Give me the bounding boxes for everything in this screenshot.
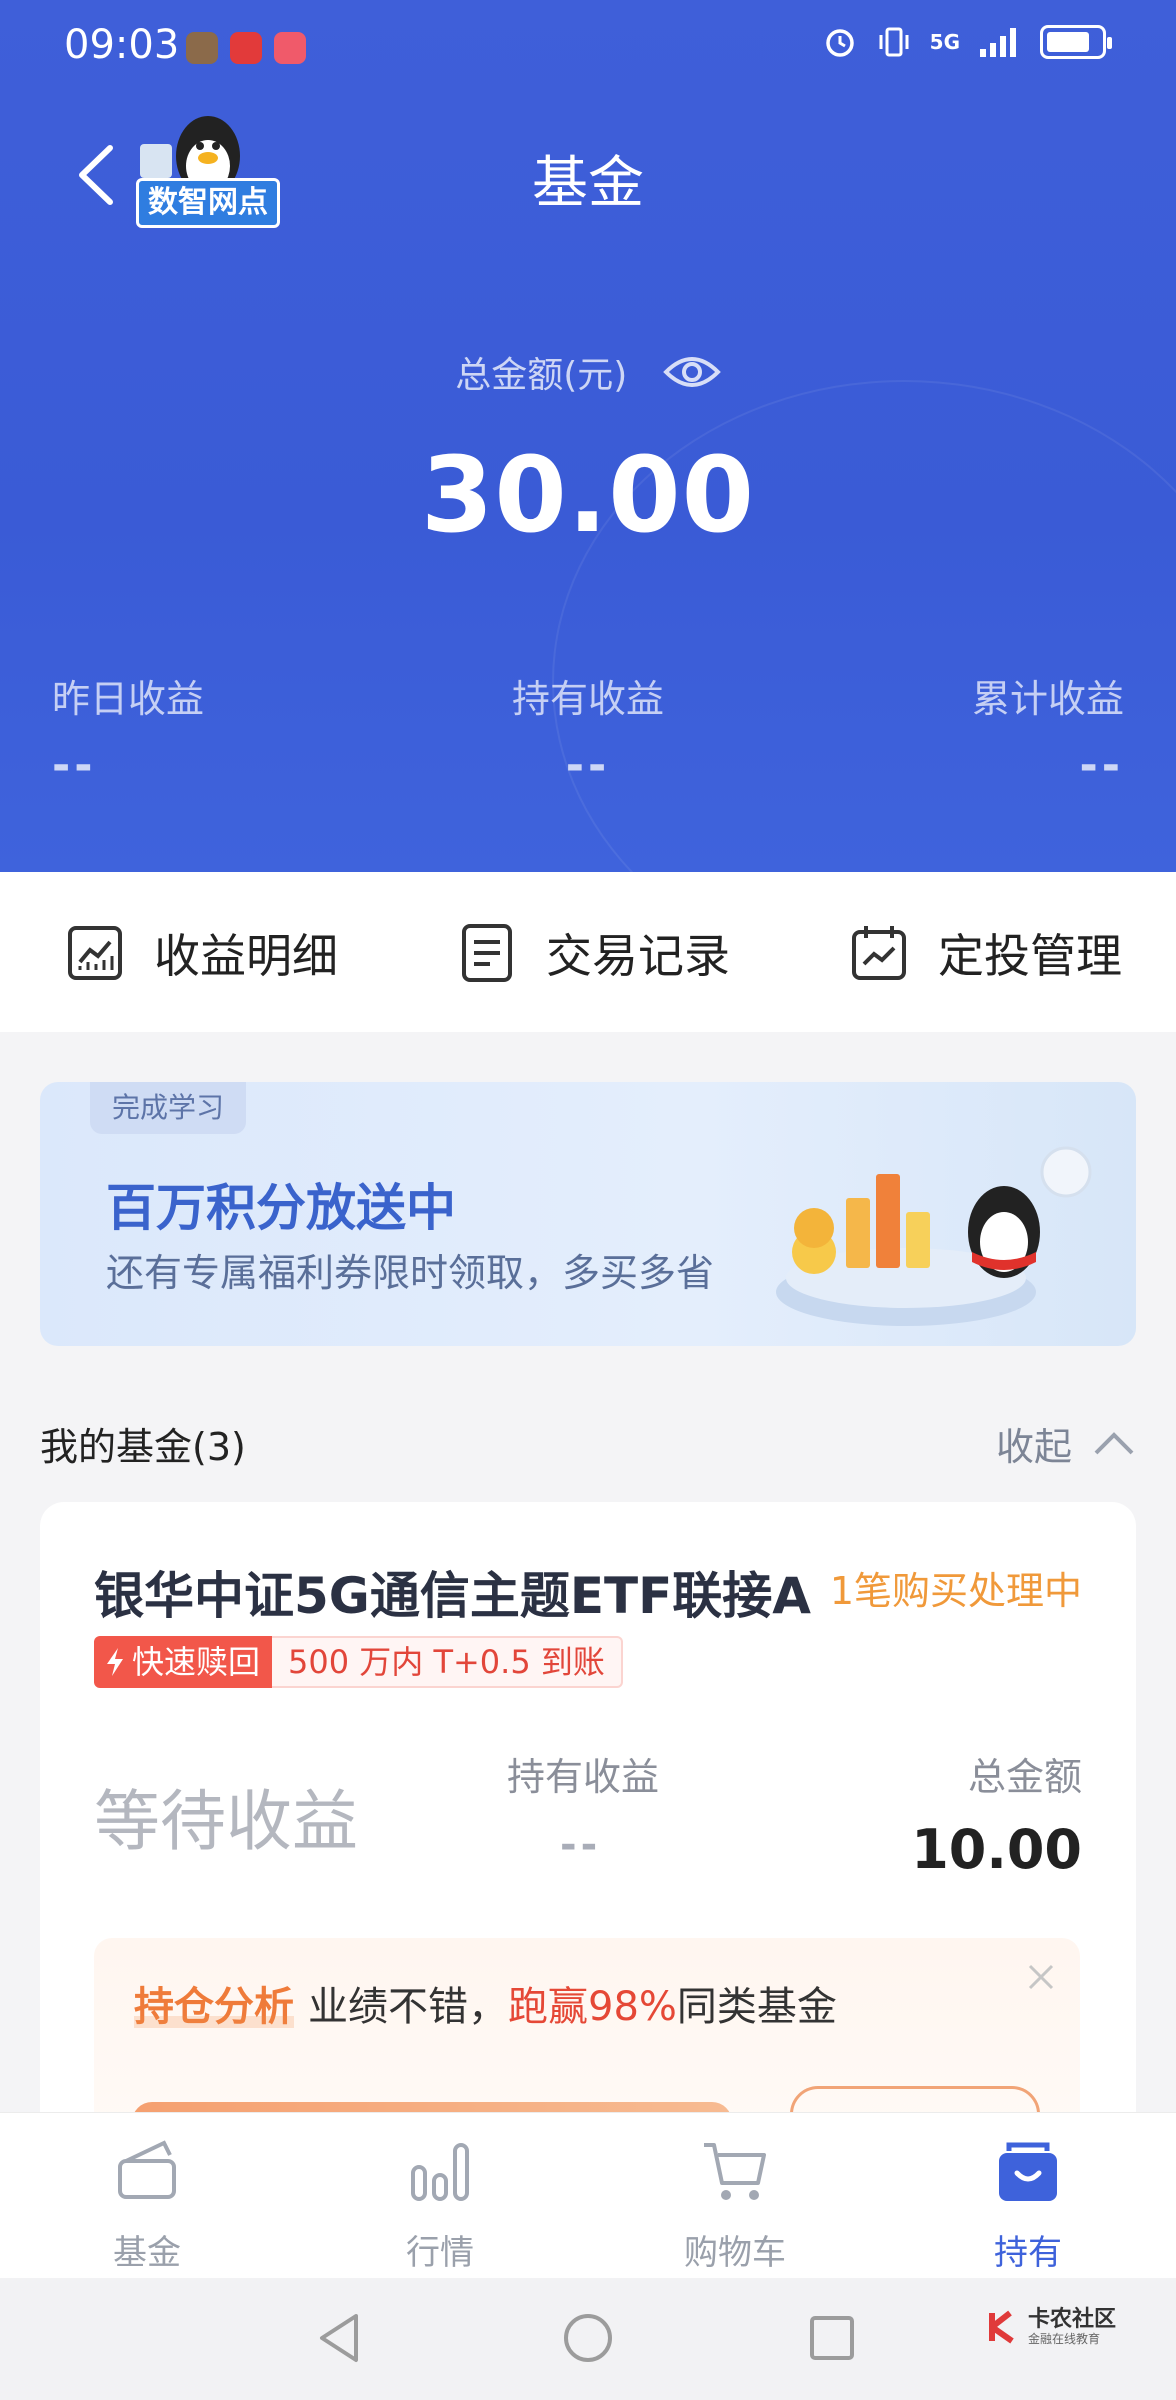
fund-card[interactable]: 银华中证5G通信主题ETF联接A 1笔购买处理中 快速赎回 500 万内 T+0…: [40, 1502, 1136, 2142]
action-earnings-detail[interactable]: 收益明细: [66, 920, 338, 986]
nav-home-icon[interactable]: [558, 2308, 618, 2368]
stat-value-cumulative: --: [1079, 740, 1124, 791]
fund-amount-label: 总金额: [967, 1755, 1082, 1799]
fund-name: 银华中证5G通信主题ETF联接A: [94, 1567, 811, 1625]
app-notification-icon: [230, 32, 262, 64]
fast-redeem-label: 快速赎回: [132, 1643, 261, 1681]
tab-market[interactable]: 行情: [340, 2137, 540, 2274]
battery-icon: [1040, 25, 1112, 59]
nav-back-icon[interactable]: [312, 2308, 372, 2368]
total-amount-label: 总金额(元): [455, 355, 628, 396]
network-label: 5G: [929, 30, 960, 54]
fast-redeem-tag: 快速赎回: [94, 1636, 273, 1688]
close-icon[interactable]: [1026, 1962, 1056, 1992]
stat-label-cumulative: 累计收益: [971, 677, 1124, 721]
action-label: 交易记录: [546, 929, 730, 983]
tab-fund[interactable]: 基金: [47, 2137, 247, 2274]
watermark-logo-icon: [988, 2310, 1014, 2344]
action-label: 收益明细: [154, 929, 338, 983]
stat-label-holding: 持有收益: [511, 677, 664, 721]
stat-value-holding: --: [565, 740, 611, 791]
tab-label: 持有: [994, 2233, 1062, 2273]
signal-icon: [980, 28, 1016, 57]
action-auto-invest[interactable]: 定投管理: [850, 920, 1122, 986]
collapse-button[interactable]: 收起: [996, 1416, 1136, 1471]
fund-tags: 快速赎回 500 万内 T+0.5 到账: [94, 1636, 623, 1688]
collapse-label: 收起: [995, 1425, 1072, 1469]
penguin-coins-illustration: [776, 1146, 1092, 1326]
alarm-icon: [825, 29, 854, 57]
status-app-icons: [186, 32, 306, 64]
app-notification-icon: [186, 32, 218, 64]
analysis-text-highlight: 跑赢98%: [508, 1984, 677, 2030]
analysis-title: 持仓分析: [134, 1974, 294, 2032]
action-label: 定投管理: [938, 929, 1122, 983]
watermark-sub: 金融在线教育: [1027, 2332, 1100, 2346]
chart-icon: [68, 926, 122, 980]
calendar-icon: [852, 926, 906, 980]
tab-label: 行情: [406, 2233, 474, 2273]
analysis-text-pre: 业绩不错，: [308, 1984, 508, 2030]
holding-earnings-label: 持有收益: [507, 1755, 660, 1799]
action-transaction-records[interactable]: 交易记录: [458, 920, 730, 986]
status-time: 09:03: [64, 22, 180, 68]
bag-icon: [999, 2142, 1057, 2201]
app-notification-icon: [274, 32, 306, 64]
analysis-text-post: 同类基金: [676, 1984, 837, 2030]
promo-banner[interactable]: 完成学习 百万积分放送中 还有专属福利券限时领取，多买多省: [40, 1082, 1136, 1346]
analysis-text: 业绩不错，跑赢98%同类基金: [308, 1974, 837, 2032]
redeem-detail-tag: 500 万内 T+0.5 到账: [272, 1636, 623, 1688]
total-amount-value: 30.00: [421, 434, 755, 556]
tab-label: 基金: [113, 2233, 181, 2273]
system-nav-bar: 卡农社区 金融在线教育: [0, 2278, 1176, 2400]
await-earnings: 等待收益: [94, 1783, 358, 1860]
vibrate-icon: [879, 27, 909, 57]
watermark: 卡农社区 金融在线教育: [986, 2308, 1116, 2346]
document-icon: [462, 924, 512, 982]
tab-holdings[interactable]: 持有: [928, 2137, 1128, 2274]
watermark-main: 卡农社区: [1027, 2307, 1116, 2332]
status-bar: 09:03 5G: [0, 0, 1176, 100]
fund-icon: [118, 2140, 176, 2199]
page-title: 基金: [532, 151, 644, 216]
tab-cart[interactable]: 购物车: [635, 2137, 835, 2274]
my-funds-title: 我的基金(3): [40, 1425, 246, 1469]
banner-title: 百万积分放送中: [106, 1179, 456, 1237]
quick-actions: 收益明细 交易记录 定投管理: [0, 872, 1176, 1032]
banner-subtitle: 还有专属福利券限时领取，多买多省: [106, 1251, 715, 1295]
nav-recents-icon[interactable]: [802, 2308, 862, 2368]
fund-status[interactable]: 1笔购买处理中: [830, 1560, 1082, 1615]
holding-earnings-value: --: [560, 1822, 602, 1868]
chevron-up-icon: [1094, 1431, 1134, 1454]
banner-tag: 完成学习: [90, 1082, 246, 1134]
bar-chart-icon: [411, 2143, 469, 2201]
total-amount-label-row: 总金额(元): [0, 346, 1176, 398]
status-indicators: 5G: [822, 24, 1112, 60]
header: 09:03 5G 数智网点 基金 总金额(元) 30.00 昨日收益 -- 持有…: [0, 0, 1176, 872]
cart-icon: [704, 2143, 766, 2200]
eye-icon[interactable]: [662, 352, 721, 392]
bottom-tab-bar: 基金 行情 购物车 持有: [0, 2112, 1176, 2278]
lightning-icon: [107, 1648, 123, 1676]
fund-amount-value: 10.00: [911, 1818, 1082, 1881]
tab-label: 购物车: [684, 2233, 786, 2273]
